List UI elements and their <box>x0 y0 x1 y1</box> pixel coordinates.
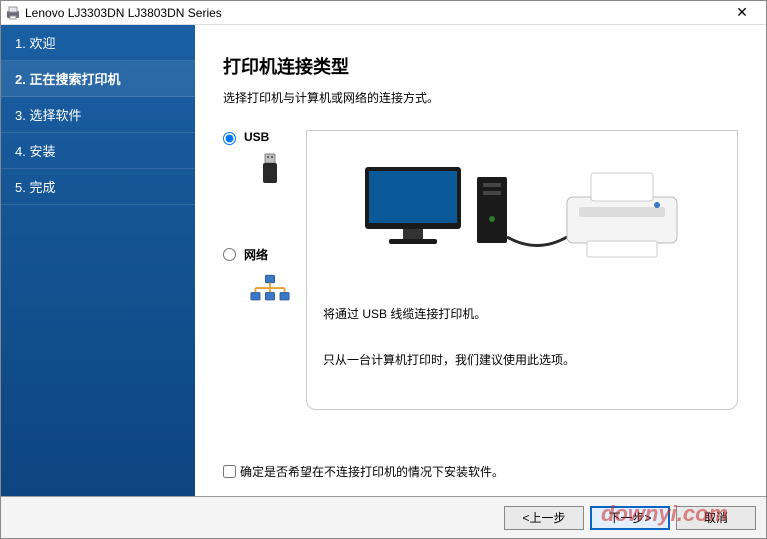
network-icon <box>250 269 290 309</box>
content-row: USB <box>223 130 738 410</box>
next-button[interactable]: 下一步> <box>590 506 670 530</box>
description-line1: 将通过 USB 线缆连接打印机。 <box>323 303 727 326</box>
window-title: Lenovo LJ3303DN LJ3803DN Series <box>25 6 722 20</box>
illustration-panel: 将通过 USB 线缆连接打印机。 只从一台计算机打印时，我们建议使用此选项。 <box>306 130 738 410</box>
sidebar: 1. 欢迎 2. 正在搜索打印机 3. 选择软件 4. 安装 5. 完成 <box>1 25 195 496</box>
install-without-printer-checkbox[interactable] <box>223 465 236 478</box>
step-welcome[interactable]: 1. 欢迎 <box>1 25 195 61</box>
app-icon <box>5 5 21 21</box>
titlebar: Lenovo LJ3303DN LJ3803DN Series ✕ <box>1 1 766 25</box>
main-panel: 打印机连接类型 选择打印机与计算机或网络的连接方式。 USB <box>195 25 766 496</box>
option-usb-label: USB <box>244 130 269 144</box>
option-network-label: 网络 <box>244 246 268 263</box>
radio-usb[interactable] <box>223 132 236 145</box>
step-searching[interactable]: 2. 正在搜索打印机 <box>1 61 195 97</box>
description: 将通过 USB 线缆连接打印机。 只从一台计算机打印时，我们建议使用此选项。 <box>317 303 727 371</box>
page-subtitle: 选择打印机与计算机或网络的连接方式。 <box>223 89 738 106</box>
connection-options: USB <box>223 130 290 309</box>
installer-window: Lenovo LJ3303DN LJ3803DN Series ✕ 1. 欢迎 … <box>0 0 767 539</box>
option-network[interactable]: 网络 <box>223 246 290 309</box>
usb-stick-icon <box>250 150 290 190</box>
cancel-button[interactable]: 取消 <box>676 506 756 530</box>
install-without-printer-label: 确定是否希望在不连接打印机的情况下安装软件。 <box>240 463 504 480</box>
step-finish[interactable]: 5. 完成 <box>1 169 195 205</box>
install-without-printer-row: 确定是否希望在不连接打印机的情况下安装软件。 <box>223 449 738 480</box>
option-usb[interactable]: USB <box>223 130 290 190</box>
close-button[interactable]: ✕ <box>722 4 762 21</box>
page-title: 打印机连接类型 <box>223 53 738 79</box>
window-body: 1. 欢迎 2. 正在搜索打印机 3. 选择软件 4. 安装 5. 完成 打印机… <box>1 25 766 496</box>
back-button[interactable]: <上一步 <box>504 506 584 530</box>
description-line2: 只从一台计算机打印时，我们建议使用此选项。 <box>323 349 727 372</box>
radio-network[interactable] <box>223 248 236 261</box>
step-software[interactable]: 3. 选择软件 <box>1 97 195 133</box>
usb-diagram <box>317 159 727 279</box>
footer: <上一步 下一步> 取消 <box>1 496 766 538</box>
step-install[interactable]: 4. 安装 <box>1 133 195 169</box>
